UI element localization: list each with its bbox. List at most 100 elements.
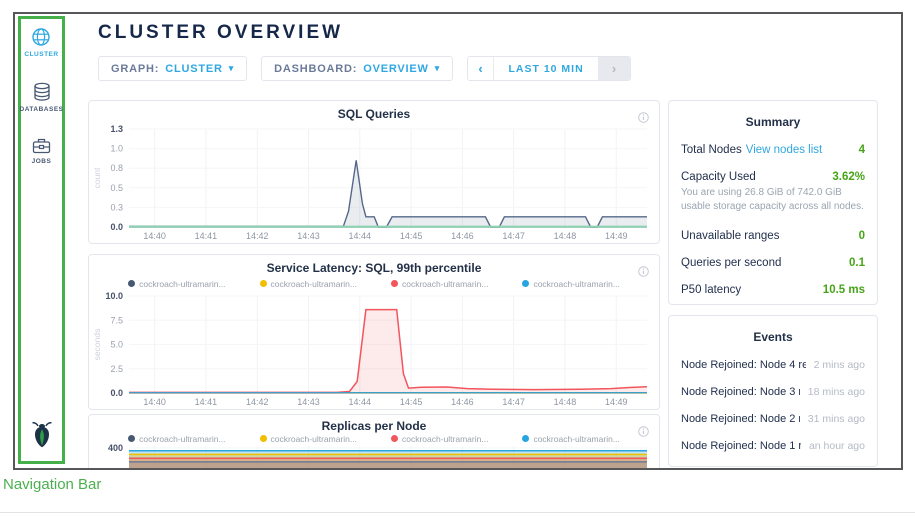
figure: CLUSTER DATABASES JOB: [0, 0, 915, 517]
event-row: Node Rejoined: Node 4 rej... 2 mins ago: [681, 359, 865, 371]
service-latency-panel: Service Latency: SQL, 99th percentile co…: [88, 254, 660, 410]
svg-text:14:43: 14:43: [297, 231, 320, 241]
app-window: CLUSTER DATABASES JOB: [13, 12, 903, 470]
main-content: CLUSTER OVERVIEW GRAPH: CLUSTER ▾ DASHBO…: [67, 14, 901, 468]
summary-label: P50 latency: [681, 284, 741, 296]
svg-text:14:42: 14:42: [246, 397, 269, 407]
replicas-per-node-chart: 400: [89, 444, 659, 470]
time-range-selector: ‹ LAST 10 MIN ›: [467, 56, 631, 81]
chart-title: Replicas per Node: [89, 419, 659, 433]
annotation-label: Navigation Bar: [3, 476, 101, 493]
svg-text:14:44: 14:44: [349, 231, 372, 241]
svg-text:0.5: 0.5: [110, 183, 123, 193]
info-icon[interactable]: [638, 264, 649, 275]
svg-text:1.3: 1.3: [110, 124, 123, 134]
dashboard-dropdown[interactable]: DASHBOARD: OVERVIEW ▾: [261, 56, 453, 81]
summary-value: 10.5 ms: [823, 284, 865, 296]
svg-text:14:47: 14:47: [502, 397, 525, 407]
info-icon[interactable]: [638, 110, 649, 121]
legend-item: cockroach-ultramarin...: [128, 434, 225, 444]
svg-text:10.0: 10.0: [105, 291, 123, 301]
time-range-label[interactable]: LAST 10 MIN: [494, 57, 598, 80]
legend-item: cockroach-ultramarin...: [522, 279, 619, 289]
svg-text:0.3: 0.3: [110, 202, 123, 212]
svg-text:seconds: seconds: [92, 329, 102, 361]
service-latency-chart: 14:4014:4114:4214:4314:4414:4514:4614:47…: [89, 290, 659, 409]
sidebar-item-label: DATABASES: [20, 106, 64, 113]
charts-column: SQL Queries 14:40 14:41 14:42 14:43 14:44 14:…: [88, 100, 660, 470]
summary-value: 0.1: [849, 257, 865, 269]
svg-text:1.0: 1.0: [110, 144, 123, 154]
event-time: an hour ago: [809, 440, 865, 452]
legend-item: cockroach-ultramarin...: [522, 434, 619, 444]
svg-text:14:45: 14:45: [400, 231, 423, 241]
svg-text:14:42: 14:42: [246, 231, 269, 241]
chevron-down-icon: ▾: [229, 63, 234, 74]
dashboard-dropdown-label: DASHBOARD:: [274, 63, 357, 75]
summary-row-total-nodes: Total Nodes View nodes list 4: [681, 144, 865, 156]
svg-text:2.5: 2.5: [110, 364, 123, 374]
navigation-bar: CLUSTER DATABASES JOB: [18, 16, 65, 464]
svg-text:14:40: 14:40: [143, 397, 166, 407]
event-row: Node Rejoined: Node 1 rej... an hour ago: [681, 440, 865, 452]
svg-text:14:49: 14:49: [605, 231, 628, 241]
cockroach-logo[interactable]: [29, 420, 55, 453]
event-time: 18 mins ago: [808, 386, 865, 398]
sidebar-item-label: JOBS: [32, 158, 52, 165]
legend-item: cockroach-ultramarin...: [391, 279, 488, 289]
event-row: Node Rejoined: Node 3 rej... 18 mins ago: [681, 386, 865, 398]
legend-item: cockroach-ultramarin...: [260, 434, 357, 444]
summary-label: Total Nodes: [681, 144, 742, 156]
info-icon[interactable]: [638, 424, 649, 435]
summary-value: 0: [859, 230, 865, 242]
svg-text:5.0: 5.0: [110, 340, 123, 350]
summary-row-capacity: Capacity Used 3.62%: [681, 171, 865, 183]
event-text: Node Rejoined: Node 3 rej...: [681, 386, 800, 398]
events-panel: Events Node Rejoined: Node 4 rej... 2 mi…: [668, 315, 878, 467]
cockroach-icon: [29, 420, 55, 448]
summary-row-qps: Queries per second 0.1: [681, 257, 865, 269]
svg-text:14:41: 14:41: [195, 231, 218, 241]
svg-text:14:48: 14:48: [554, 231, 577, 241]
view-nodes-link[interactable]: View nodes list: [746, 144, 823, 156]
summary-row-unavailable-ranges: Unavailable ranges 0: [681, 230, 865, 242]
briefcase-icon: [32, 137, 51, 154]
chart-title: SQL Queries: [89, 107, 659, 123]
svg-text:14:45: 14:45: [400, 397, 423, 407]
replicas-per-node-panel: Replicas per Node cockroach-ultramarin..…: [88, 414, 660, 470]
sidebar-item-databases[interactable]: DATABASES: [20, 82, 64, 113]
event-text: Node Rejoined: Node 4 rej...: [681, 359, 806, 371]
dashboard-dropdown-value: OVERVIEW: [363, 63, 429, 75]
controls-row: GRAPH: CLUSTER ▾ DASHBOARD: OVERVIEW ▾ ‹…: [98, 56, 631, 81]
sidebar-item-cluster[interactable]: CLUSTER: [24, 27, 58, 58]
chevron-down-icon: ▾: [435, 63, 440, 74]
sidebar-item-label: CLUSTER: [24, 51, 58, 58]
event-row: Node Rejoined: Node 2 rej... 31 mins ago: [681, 413, 865, 425]
svg-text:14:46: 14:46: [451, 397, 474, 407]
time-next-button[interactable]: ›: [598, 57, 630, 80]
svg-text:0.0: 0.0: [110, 388, 123, 398]
graph-dropdown-value: CLUSTER: [165, 63, 223, 75]
svg-text:400: 400: [108, 444, 123, 453]
event-text: Node Rejoined: Node 1 rej...: [681, 440, 801, 452]
right-column: Summary Total NodesView nodes list 4 Cap…: [668, 100, 878, 467]
time-prev-button[interactable]: ‹: [468, 57, 494, 80]
chart-legend: cockroach-ultramarin... cockroach-ultrama…: [89, 277, 659, 290]
svg-text:14:49: 14:49: [605, 397, 628, 407]
summary-label: Unavailable ranges: [681, 230, 779, 242]
graph-dropdown[interactable]: GRAPH: CLUSTER ▾: [98, 56, 247, 81]
svg-text:0.8: 0.8: [110, 163, 123, 173]
sidebar-item-jobs[interactable]: JOBS: [32, 137, 52, 165]
summary-label: Capacity Used: [681, 171, 756, 183]
page-title: CLUSTER OVERVIEW: [98, 22, 343, 44]
chart-title: Service Latency: SQL, 99th percentile: [89, 261, 659, 277]
summary-value: 4: [859, 144, 865, 156]
events-title: Events: [681, 330, 865, 344]
summary-label: Queries per second: [681, 257, 781, 269]
svg-text:14:44: 14:44: [349, 397, 372, 407]
svg-text:0.0: 0.0: [110, 222, 123, 232]
capacity-note: You are using 26.8 GiB of 742.0 GiB usab…: [681, 186, 866, 213]
summary-row-p50: P50 latency 10.5 ms: [681, 284, 865, 296]
svg-text:count: count: [92, 167, 102, 188]
summary-panel: Summary Total NodesView nodes list 4 Cap…: [668, 100, 878, 305]
